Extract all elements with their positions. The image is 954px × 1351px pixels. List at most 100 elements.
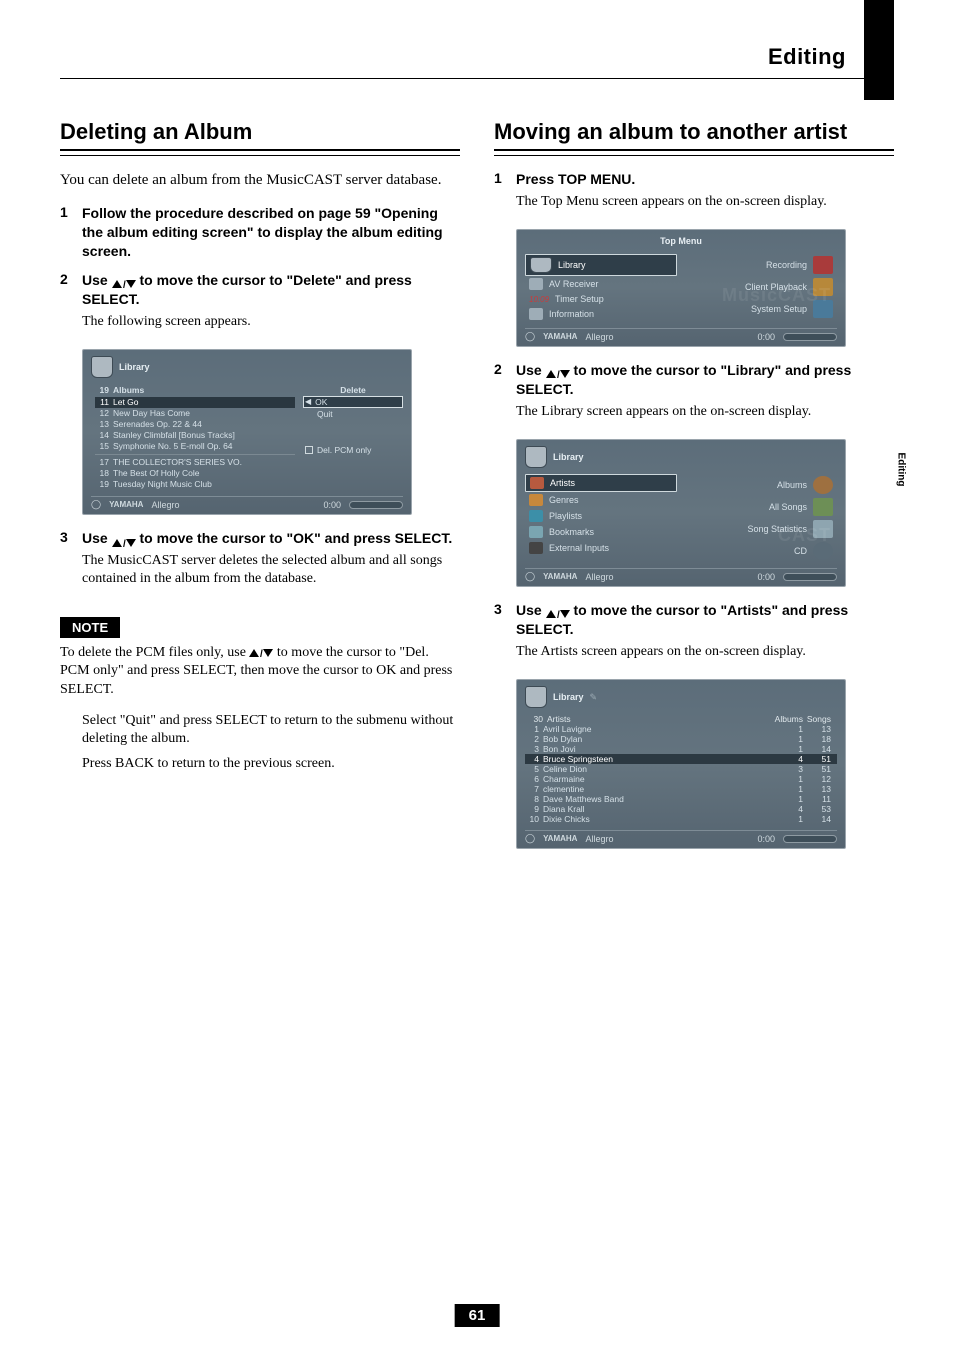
progress-bar bbox=[349, 501, 403, 509]
step: 3 Use / to move the cursor to "Artists" … bbox=[494, 601, 894, 669]
jukebox-icon bbox=[91, 356, 113, 378]
progress-bar bbox=[783, 573, 837, 581]
footnote: Press BACK to return to the previous scr… bbox=[82, 755, 460, 773]
text: to move the cursor to "OK" and press SEL… bbox=[136, 530, 453, 546]
info-icon bbox=[529, 308, 543, 320]
artist-row: Diana Krall bbox=[543, 804, 767, 814]
step-caption: The following screen appears. bbox=[82, 313, 460, 331]
text: Use bbox=[516, 362, 546, 378]
menu-item: All Songs bbox=[769, 502, 807, 512]
screen-title: Top Menu bbox=[525, 236, 837, 246]
step-instruction: Use / to move the cursor to "Delete" and… bbox=[82, 271, 460, 309]
label: Albums bbox=[113, 385, 144, 396]
edge-tab bbox=[864, 0, 894, 100]
col-header: Songs bbox=[803, 714, 831, 724]
artist-count: 30 bbox=[529, 714, 543, 724]
external-icon bbox=[529, 542, 543, 554]
rule bbox=[494, 155, 894, 156]
menu-item: Artists bbox=[550, 478, 575, 488]
recording-icon bbox=[813, 256, 833, 274]
artist-row: Bruce Springsteen bbox=[543, 754, 767, 764]
albums-icon bbox=[813, 476, 833, 494]
side-label: Editing bbox=[896, 453, 907, 487]
album-row: THE COLLECTOR'S SERIES VO. bbox=[113, 457, 242, 468]
menu-item: External Inputs bbox=[549, 543, 609, 553]
text: Use bbox=[516, 602, 546, 618]
menu-item: Albums bbox=[777, 480, 807, 490]
album-row: The Best Of Holly Cole bbox=[113, 468, 199, 479]
menu-item: CD bbox=[794, 546, 807, 556]
step-number: 3 bbox=[494, 601, 516, 669]
menu-item: Playlists bbox=[549, 511, 582, 521]
menu-item: AV Receiver bbox=[549, 279, 598, 289]
step-instruction: Follow the procedure described on page 5… bbox=[82, 204, 460, 261]
lead-paragraph: You can delete an album from the MusicCA… bbox=[60, 170, 460, 190]
svg-text:/: / bbox=[557, 370, 560, 379]
album-row: New Day Has Come bbox=[113, 408, 190, 419]
screen-title: Library bbox=[119, 362, 150, 372]
menu-item: Library bbox=[558, 260, 586, 270]
svg-text:/: / bbox=[123, 280, 126, 289]
up-down-icon: / bbox=[112, 275, 136, 287]
album-row: Symphonie No. 5 E-moll Op. 64 bbox=[113, 441, 233, 452]
album-row: Tuesday Night Music Club bbox=[113, 479, 212, 490]
brand: YAMAHA bbox=[109, 500, 143, 509]
screenshot-top-menu: Top Menu Library AV Receiver 10:09Timer … bbox=[516, 229, 846, 347]
screen-title: Library bbox=[553, 692, 584, 702]
jukebox-icon bbox=[525, 446, 547, 468]
page-header: Editing bbox=[60, 44, 894, 70]
step-number: 2 bbox=[494, 361, 516, 429]
artist-row: Avril Lavigne bbox=[543, 724, 767, 734]
artist-row: clementine bbox=[543, 784, 767, 794]
brand: YAMAHA bbox=[543, 834, 577, 843]
header-rule bbox=[60, 78, 894, 79]
step: 2 Use / to move the cursor to "Library" … bbox=[494, 361, 894, 429]
screenshot-artists: Library ✎ 30 Artists Albums Songs 1Avril… bbox=[516, 679, 846, 849]
brand: YAMAHA bbox=[543, 332, 577, 341]
menu-item: Genres bbox=[549, 495, 579, 505]
artist-row: Bob Dylan bbox=[543, 734, 767, 744]
section-heading-delete: Deleting an Album bbox=[60, 119, 460, 151]
up-down-icon: / bbox=[249, 646, 273, 658]
track-name: Allegro bbox=[585, 332, 613, 342]
step-caption: The Top Menu screen appears on the on-sc… bbox=[516, 193, 894, 211]
col-header: Albums bbox=[767, 714, 803, 724]
bookmarks-icon bbox=[529, 526, 543, 538]
time: 0:00 bbox=[757, 332, 775, 342]
artists-icon bbox=[530, 477, 544, 489]
genres-icon bbox=[529, 494, 543, 506]
brand: YAMAHA bbox=[543, 572, 577, 581]
page: Editing Editing Deleting an Album You ca… bbox=[0, 0, 954, 1351]
track-name: Allegro bbox=[585, 834, 613, 844]
right-column: Moving an album to another artist 1 Pres… bbox=[494, 119, 894, 863]
step-instruction: Use / to move the cursor to "Library" an… bbox=[516, 361, 894, 399]
up-down-icon: / bbox=[546, 365, 570, 377]
artist-row: Dave Matthews Band bbox=[543, 794, 767, 804]
track-name: Allegro bbox=[585, 572, 613, 582]
playlists-icon bbox=[529, 510, 543, 522]
text: Use bbox=[82, 530, 112, 546]
step-number: 2 bbox=[60, 271, 82, 339]
step: 2 Use / to move the cursor to "Delete" a… bbox=[60, 271, 460, 339]
artist-row: Celine Dion bbox=[543, 764, 767, 774]
songs-icon bbox=[813, 498, 833, 516]
note-body: To delete the PCM files only, use / to m… bbox=[60, 644, 460, 701]
time: 0:00 bbox=[323, 500, 341, 510]
screen-title: Library bbox=[553, 452, 584, 462]
footnote: Select "Quit" and press SELECT to return… bbox=[82, 712, 460, 748]
screenshot-album-edit: Library 19Albums 11Let Go 12New Day Has … bbox=[82, 349, 412, 515]
action-delete: Delete bbox=[303, 384, 403, 396]
track-name: Allegro bbox=[151, 500, 179, 510]
action-pcm: Del. PCM only bbox=[303, 444, 403, 456]
columns: Deleting an Album You can delete an albu… bbox=[60, 119, 894, 863]
artist-row: Dixie Chicks bbox=[543, 814, 767, 824]
step-caption: The Artists screen appears on the on-scr… bbox=[516, 643, 894, 661]
menu-item: Information bbox=[549, 309, 594, 319]
menu-item: Timer Setup bbox=[555, 294, 604, 304]
artist-row: Bon Jovi bbox=[543, 744, 767, 754]
screenshot-library: Library Artists Genres Playlists Bookmar… bbox=[516, 439, 846, 587]
action-ok: ◀OK bbox=[303, 396, 403, 408]
step-instruction: Use / to move the cursor to "Artists" an… bbox=[516, 601, 894, 639]
rule bbox=[60, 155, 460, 156]
album-count: 19 bbox=[95, 385, 109, 396]
